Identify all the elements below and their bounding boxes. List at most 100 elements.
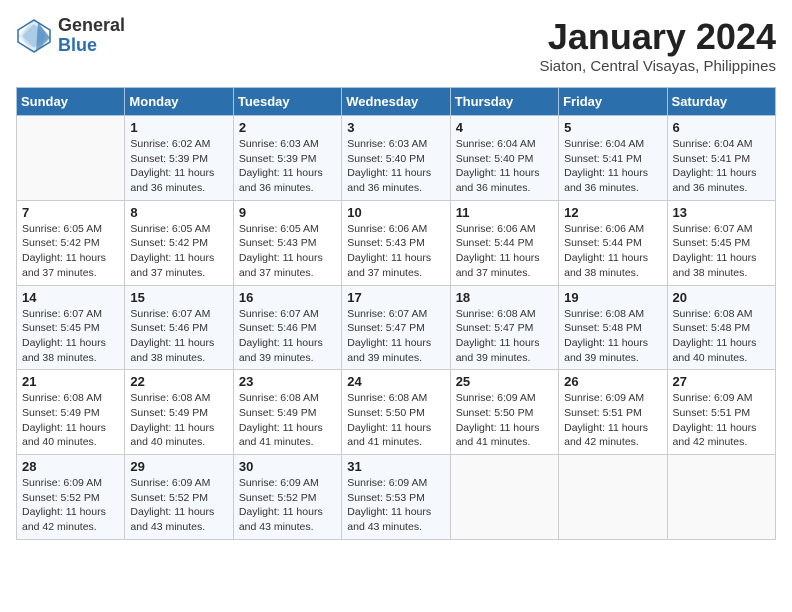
logo-general-text: General: [58, 16, 125, 36]
calendar-week-1: 1 Sunrise: 6:02 AM Sunset: 5:39 PM Daylig…: [17, 116, 776, 201]
day-number: 24: [347, 374, 444, 389]
day-number: 5: [564, 120, 661, 135]
day-info: Sunrise: 6:09 AM Sunset: 5:51 PM Dayligh…: [564, 391, 661, 450]
day-number: 12: [564, 205, 661, 220]
calendar-cell: 7 Sunrise: 6:05 AM Sunset: 5:42 PM Daylig…: [17, 200, 125, 285]
day-info: Sunrise: 6:08 AM Sunset: 5:47 PM Dayligh…: [456, 307, 553, 366]
day-info: Sunrise: 6:08 AM Sunset: 5:48 PM Dayligh…: [673, 307, 770, 366]
day-info: Sunrise: 6:04 AM Sunset: 5:41 PM Dayligh…: [564, 137, 661, 196]
calendar-cell: 14 Sunrise: 6:07 AM Sunset: 5:45 PM Dayli…: [17, 285, 125, 370]
day-number: 6: [673, 120, 770, 135]
day-info: Sunrise: 6:07 AM Sunset: 5:47 PM Dayligh…: [347, 307, 444, 366]
day-number: 10: [347, 205, 444, 220]
day-number: 14: [22, 290, 119, 305]
day-number: 30: [239, 459, 336, 474]
header-day-saturday: Saturday: [667, 88, 775, 116]
day-info: Sunrise: 6:03 AM Sunset: 5:40 PM Dayligh…: [347, 137, 444, 196]
calendar-cell: 5 Sunrise: 6:04 AM Sunset: 5:41 PM Daylig…: [559, 116, 667, 201]
calendar-cell: 3Sunrise: 6:03 AM Sunset: 5:40 PM Daylig…: [342, 116, 450, 201]
day-number: 7: [22, 205, 119, 220]
calendar-body: 1 Sunrise: 6:02 AM Sunset: 5:39 PM Daylig…: [17, 116, 776, 540]
header-day-tuesday: Tuesday: [233, 88, 341, 116]
calendar-cell: 18 Sunrise: 6:08 AM Sunset: 5:47 PM Dayli…: [450, 285, 558, 370]
calendar-cell: 21 Sunrise: 6:08 AM Sunset: 5:49 PM Dayli…: [17, 370, 125, 455]
calendar-cell: 16Sunrise: 6:07 AM Sunset: 5:46 PM Dayli…: [233, 285, 341, 370]
title-area: January 2024 Siaton, Central Visayas, Ph…: [539, 16, 776, 75]
day-number: 19: [564, 290, 661, 305]
logo-icon: [16, 18, 52, 54]
header: General Blue January 2024 Siaton, Centra…: [16, 16, 776, 75]
day-number: 22: [130, 374, 227, 389]
day-info: Sunrise: 6:05 AM Sunset: 5:42 PM Dayligh…: [130, 222, 227, 281]
calendar-cell: 27 Sunrise: 6:09 AM Sunset: 5:51 PM Dayli…: [667, 370, 775, 455]
day-number: 29: [130, 459, 227, 474]
day-info: Sunrise: 6:09 AM Sunset: 5:53 PM Dayligh…: [347, 476, 444, 535]
calendar-cell: 8 Sunrise: 6:05 AM Sunset: 5:42 PM Daylig…: [125, 200, 233, 285]
calendar-cell: 19 Sunrise: 6:08 AM Sunset: 5:48 PM Dayli…: [559, 285, 667, 370]
calendar-cell: 31 Sunrise: 6:09 AM Sunset: 5:53 PM Dayli…: [342, 455, 450, 540]
day-info: Sunrise: 6:08 AM Sunset: 5:49 PM Dayligh…: [239, 391, 336, 450]
location-title: Siaton, Central Visayas, Philippines: [539, 58, 776, 75]
day-info: Sunrise: 6:07 AM Sunset: 5:46 PM Dayligh…: [130, 307, 227, 366]
day-info: Sunrise: 6:09 AM Sunset: 5:52 PM Dayligh…: [130, 476, 227, 535]
day-number: 1: [130, 120, 227, 135]
calendar-cell: 9 Sunrise: 6:05 AM Sunset: 5:43 PM Daylig…: [233, 200, 341, 285]
calendar-cell: 17 Sunrise: 6:07 AM Sunset: 5:47 PM Dayli…: [342, 285, 450, 370]
calendar-cell: 2 Sunrise: 6:03 AM Sunset: 5:39 PM Daylig…: [233, 116, 341, 201]
calendar-cell: 4 Sunrise: 6:04 AM Sunset: 5:40 PM Daylig…: [450, 116, 558, 201]
day-info: Sunrise: 6:06 AM Sunset: 5:43 PM Dayligh…: [347, 222, 444, 281]
calendar-cell: 28Sunrise: 6:09 AM Sunset: 5:52 PM Dayli…: [17, 455, 125, 540]
calendar-cell: [559, 455, 667, 540]
day-number: 17: [347, 290, 444, 305]
day-number: 4: [456, 120, 553, 135]
day-number: 15: [130, 290, 227, 305]
day-info: Sunrise: 6:05 AM Sunset: 5:42 PM Dayligh…: [22, 222, 119, 281]
calendar-cell: 26 Sunrise: 6:09 AM Sunset: 5:51 PM Dayli…: [559, 370, 667, 455]
day-number: 18: [456, 290, 553, 305]
header-day-thursday: Thursday: [450, 88, 558, 116]
calendar-header-row: SundayMondayTuesdayWednesdayThursdayFrid…: [17, 88, 776, 116]
day-number: 27: [673, 374, 770, 389]
calendar-week-2: 7 Sunrise: 6:05 AM Sunset: 5:42 PM Daylig…: [17, 200, 776, 285]
calendar-cell: 15 Sunrise: 6:07 AM Sunset: 5:46 PM Dayli…: [125, 285, 233, 370]
day-info: Sunrise: 6:03 AM Sunset: 5:39 PM Dayligh…: [239, 137, 336, 196]
day-info: Sunrise: 6:07 AM Sunset: 5:45 PM Dayligh…: [673, 222, 770, 281]
logo-blue-text: Blue: [58, 36, 125, 56]
calendar-cell: 13 Sunrise: 6:07 AM Sunset: 5:45 PM Dayli…: [667, 200, 775, 285]
calendar-cell: 22 Sunrise: 6:08 AM Sunset: 5:49 PM Dayli…: [125, 370, 233, 455]
header-day-friday: Friday: [559, 88, 667, 116]
calendar-cell: 1 Sunrise: 6:02 AM Sunset: 5:39 PM Daylig…: [125, 116, 233, 201]
calendar-cell: 11Sunrise: 6:06 AM Sunset: 5:44 PM Dayli…: [450, 200, 558, 285]
day-info: Sunrise: 6:08 AM Sunset: 5:49 PM Dayligh…: [22, 391, 119, 450]
calendar: SundayMondayTuesdayWednesdayThursdayFrid…: [16, 87, 776, 540]
logo-text: General Blue: [58, 16, 125, 56]
calendar-week-3: 14 Sunrise: 6:07 AM Sunset: 5:45 PM Dayli…: [17, 285, 776, 370]
logo: General Blue: [16, 16, 125, 56]
day-number: 23: [239, 374, 336, 389]
day-info: Sunrise: 6:06 AM Sunset: 5:44 PM Dayligh…: [564, 222, 661, 281]
calendar-cell: [667, 455, 775, 540]
day-number: 28: [22, 459, 119, 474]
calendar-cell: [450, 455, 558, 540]
day-info: Sunrise: 6:02 AM Sunset: 5:39 PM Dayligh…: [130, 137, 227, 196]
header-day-sunday: Sunday: [17, 88, 125, 116]
calendar-cell: 25Sunrise: 6:09 AM Sunset: 5:50 PM Dayli…: [450, 370, 558, 455]
calendar-cell: 12 Sunrise: 6:06 AM Sunset: 5:44 PM Dayli…: [559, 200, 667, 285]
header-day-wednesday: Wednesday: [342, 88, 450, 116]
day-number: 8: [130, 205, 227, 220]
day-number: 2: [239, 120, 336, 135]
day-number: 13: [673, 205, 770, 220]
calendar-cell: [17, 116, 125, 201]
calendar-cell: 10 Sunrise: 6:06 AM Sunset: 5:43 PM Dayli…: [342, 200, 450, 285]
day-info: Sunrise: 6:08 AM Sunset: 5:49 PM Dayligh…: [130, 391, 227, 450]
day-info: Sunrise: 6:05 AM Sunset: 5:43 PM Dayligh…: [239, 222, 336, 281]
day-number: 31: [347, 459, 444, 474]
day-number: 9: [239, 205, 336, 220]
day-number: 26: [564, 374, 661, 389]
day-number: 21: [22, 374, 119, 389]
day-info: Sunrise: 6:09 AM Sunset: 5:51 PM Dayligh…: [673, 391, 770, 450]
day-info: Sunrise: 6:09 AM Sunset: 5:52 PM Dayligh…: [239, 476, 336, 535]
day-info: Sunrise: 6:04 AM Sunset: 5:40 PM Dayligh…: [456, 137, 553, 196]
day-info: Sunrise: 6:07 AM Sunset: 5:45 PM Dayligh…: [22, 307, 119, 366]
day-info: Sunrise: 6:08 AM Sunset: 5:48 PM Dayligh…: [564, 307, 661, 366]
